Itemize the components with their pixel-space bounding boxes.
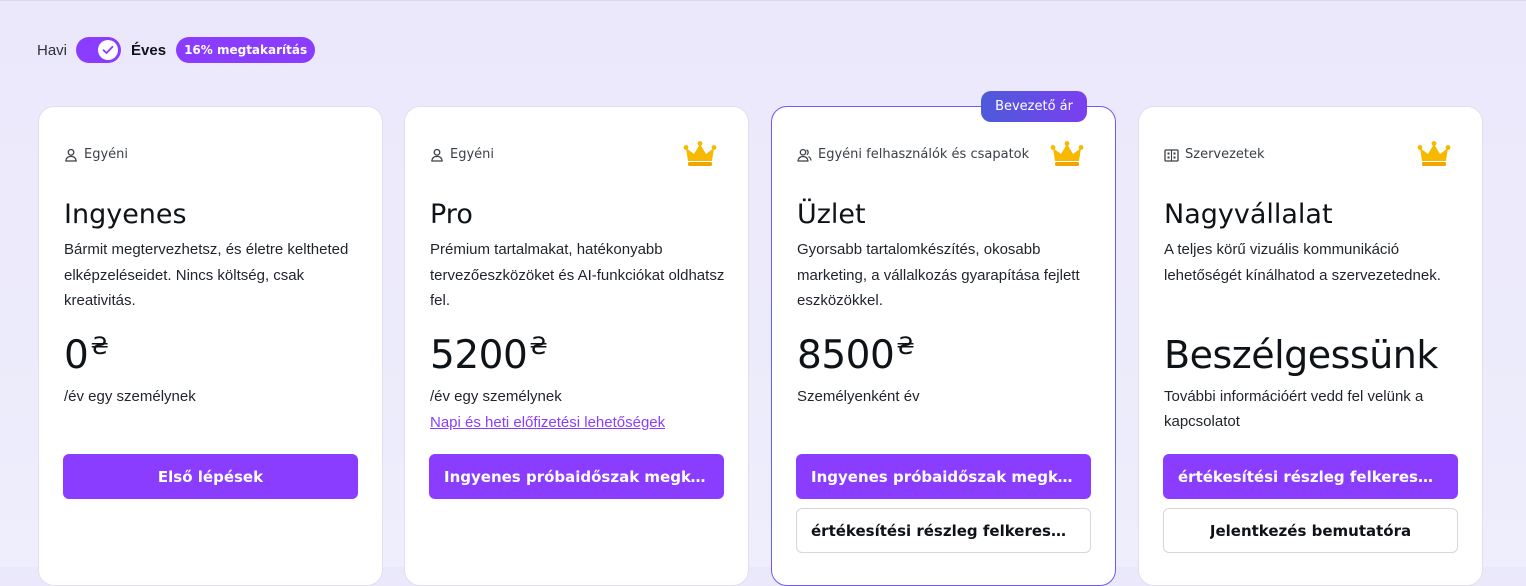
price-period: Személyenként év [797,388,920,405]
price-period: További információért vedd fel velünk a … [1164,388,1424,430]
plan-description: Prémium tartalmakat, hatékonyabb tervező… [430,241,725,309]
person-icon [65,148,77,162]
plan-card-free: Egyéni Ingyenes Bármit megtervezhetsz, é… [38,106,383,586]
plan-card-business: Bevezető ár Egyéni felhasználók és csapa… [771,91,1116,586]
plan-card-pro: Egyéni Pro Prémium tartalmakat, hatékony… [404,106,749,586]
button-label: Jelentkezés bemutatóra [1209,521,1412,540]
plan-audience-label: Szervezetek [1185,147,1265,162]
plan-audience: Egyéni [64,147,128,162]
plan-card-enterprise: Szervezetek Nagyvállalat A teljes körű v… [1138,106,1483,586]
plan-name: Pro [430,199,473,230]
currency-symbol: ₴ [90,332,109,360]
plan-audience: Szervezetek [1164,147,1265,162]
monthly-label[interactable]: Havi [37,42,67,59]
check-icon [102,45,114,54]
price-amount: Beszélgessünk [1164,333,1438,377]
plan-audience-label: Egyéni [450,147,495,162]
plan-audience: Egyéni felhasználók és csapatok [797,147,1029,162]
yearly-label[interactable]: Éves [131,42,166,59]
plan-description: A teljes körű vizuális kommunikáció lehe… [1164,241,1441,284]
price-period: /év egy személynek [430,388,562,405]
subscription-options-link[interactable]: Napi és heti előfizetési lehetőségek [430,414,665,431]
plan-price: 0₴ [64,332,109,378]
person-icon [431,148,443,162]
plan-audience-label: Egyéni felhasználók és csapatok [818,147,1030,162]
button-label: értékesítési részleg felkeresése [811,521,1076,540]
plan-price: 8500₴ [797,332,915,378]
plan-name: Nagyvállalat [1164,199,1333,230]
savings-badge: 16% megtakarítás [176,37,316,63]
currency-symbol: ₴ [896,332,915,360]
start-trial-button[interactable]: Ingyenes próbaidőszak megkezdése [796,454,1091,499]
billing-period-switcher: Havi Éves 16% megtakarítás [37,37,316,63]
intro-price-badge: Bevezető ár [981,91,1087,122]
button-label: Első lépések [157,467,264,486]
crown-icon [1417,141,1451,166]
button-label: Ingyenes próbaidőszak megkezdése [811,467,1076,486]
people-icon [797,148,812,162]
crown-icon [683,141,717,166]
billing-toggle[interactable] [76,37,122,63]
get-started-button[interactable]: Első lépések [63,454,358,499]
button-label: Ingyenes próbaidőszak megkezdése [444,467,709,486]
price-amount: 8500 [797,333,895,378]
price-amount: 5200 [430,333,528,378]
contact-sales-button[interactable]: értékesítési részleg felkeresése [1163,454,1458,499]
book-demo-button[interactable]: Jelentkezés bemutatóra [1163,508,1458,553]
price-amount: 0 [64,333,89,378]
crown-icon [1050,141,1084,166]
plan-description: Gyorsabb tartalomkészítés, okosabb marke… [797,241,1080,309]
toggle-knob [98,40,119,60]
button-label: értékesítési részleg felkeresése [1178,467,1443,486]
plan-name: Ingyenes [64,199,187,230]
building-icon [1164,148,1179,162]
start-trial-button[interactable]: Ingyenes próbaidőszak megkezdése [429,454,724,499]
currency-symbol: ₴ [529,332,548,360]
plan-audience-label: Egyéni [84,147,129,162]
plan-name: Üzlet [797,199,866,230]
plan-price: Beszélgessünk [1164,333,1438,377]
plan-description: Bármit megtervezhetsz, és életre kelthet… [64,241,349,309]
plan-price: 5200₴ [430,332,548,378]
price-period: /év egy személynek [64,388,196,405]
plan-audience: Egyéni [430,147,494,162]
contact-sales-button[interactable]: értékesítési részleg felkeresése [796,508,1091,553]
